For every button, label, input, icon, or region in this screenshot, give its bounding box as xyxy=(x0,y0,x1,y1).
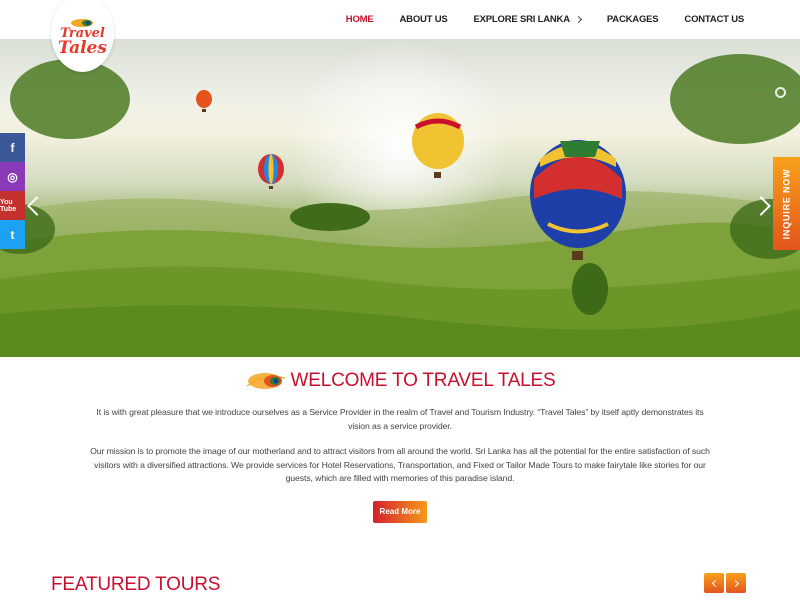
welcome-heading: WELCOME TO TRAVEL TALES xyxy=(0,370,800,392)
nav-contact[interactable]: CONTACT US xyxy=(684,14,744,25)
welcome-paragraph-1: It is with great pleasure that we introd… xyxy=(96,407,704,431)
twitter-icon[interactable]: t xyxy=(0,220,25,249)
slider-indicator-icon[interactable] xyxy=(775,87,786,98)
welcome-title: WELCOME TO TRAVEL TALES xyxy=(290,370,556,391)
nav-packages[interactable]: PACKAGES xyxy=(607,14,659,25)
featured-prev-button[interactable] xyxy=(704,573,724,593)
welcome-section: WELCOME TO TRAVEL TALES It is with great… xyxy=(0,370,800,523)
balloon-small xyxy=(196,90,212,112)
featured-tours-title: FEATURED TOURS xyxy=(51,574,221,595)
logo-text-tales: Tales xyxy=(58,38,107,58)
balloon-striped xyxy=(258,154,284,189)
nav-explore[interactable]: EXPLORE SRI LANKA xyxy=(473,14,582,25)
hero-slider xyxy=(0,39,800,357)
youtube-icon[interactable]: You Tube xyxy=(0,191,25,220)
chevron-left-icon xyxy=(711,579,719,587)
inquire-now-label: INQUIRE NOW xyxy=(781,168,792,239)
chevron-down-icon xyxy=(574,15,582,24)
welcome-paragraph-2: Our mission is to promote the image of o… xyxy=(90,446,710,483)
featured-next-button[interactable] xyxy=(726,573,746,593)
instagram-icon[interactable]: ◎ xyxy=(0,162,25,191)
hero-image xyxy=(0,39,800,357)
nav-about[interactable]: ABOUT US xyxy=(400,14,448,25)
peacock-feather-icon xyxy=(246,373,285,389)
site-header: Travel Tales HOME ABOUT US EXPLORE SRI L… xyxy=(0,0,800,72)
main-nav: HOME ABOUT US EXPLORE SRI LANKA PACKAGES… xyxy=(320,0,744,39)
read-more-button[interactable]: Read More xyxy=(373,500,427,523)
nav-home[interactable]: HOME xyxy=(346,14,374,25)
social-sidebar: f ◎ You Tube t xyxy=(0,133,25,249)
nav-explore-label: EXPLORE SRI LANKA xyxy=(473,14,571,25)
inquire-now-button[interactable]: INQUIRE NOW xyxy=(773,157,800,250)
chevron-right-icon xyxy=(731,579,739,587)
facebook-icon[interactable]: f xyxy=(0,133,25,162)
